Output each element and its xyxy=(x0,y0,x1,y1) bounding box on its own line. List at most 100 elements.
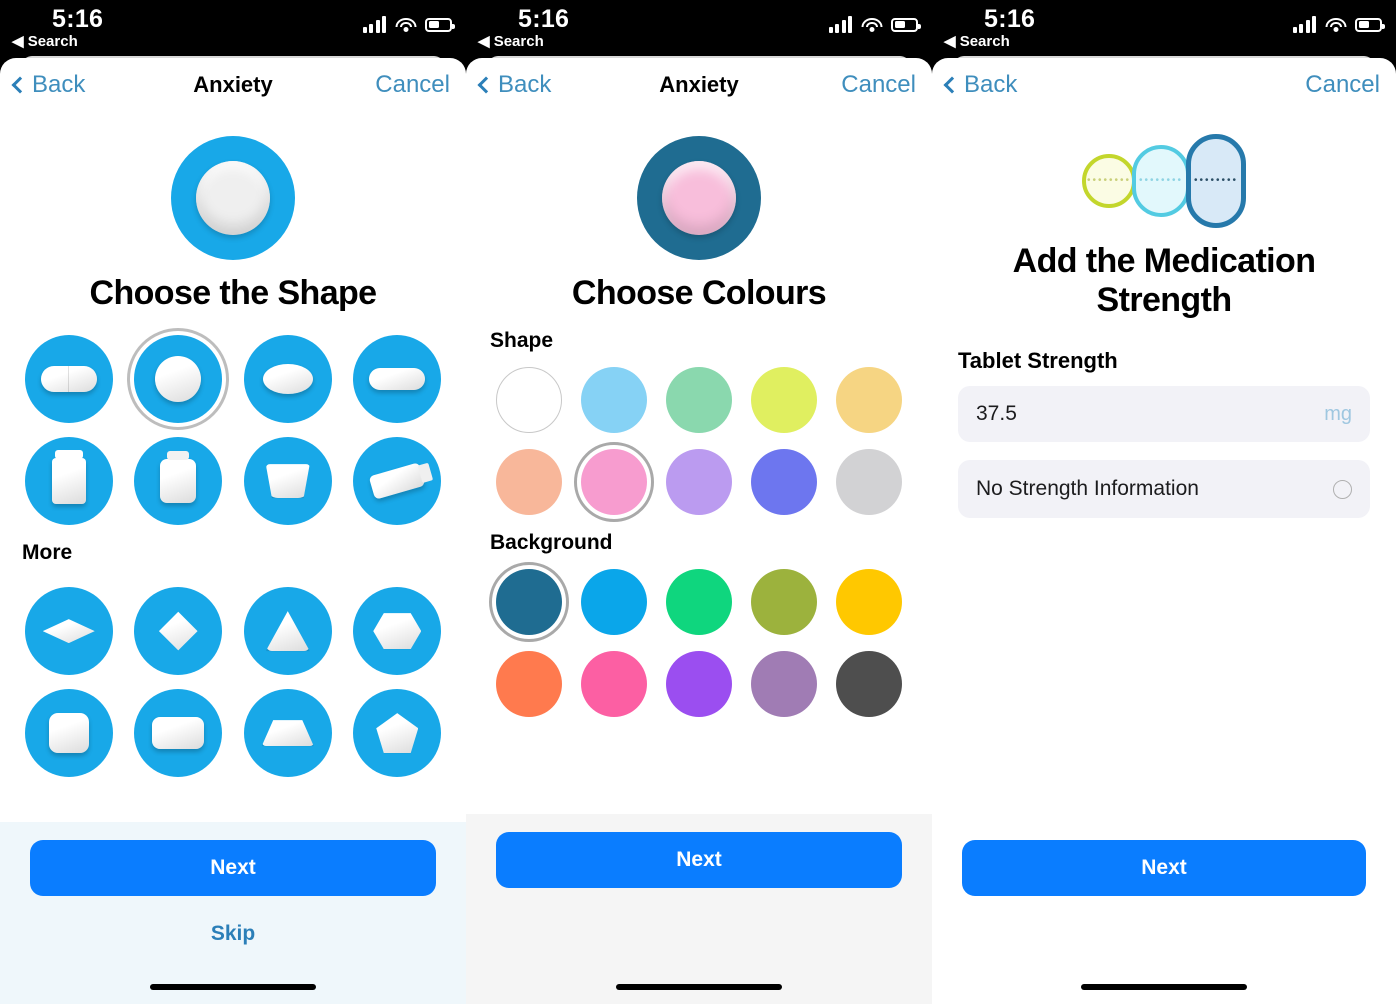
background-colour-orange[interactable] xyxy=(495,651,562,718)
shape-colour-mint-green[interactable] xyxy=(665,367,732,434)
battery-icon xyxy=(891,17,921,32)
status-indicators xyxy=(1292,16,1385,33)
shape-colour-grid xyxy=(466,353,932,523)
page-title: Anxiety xyxy=(659,72,739,97)
no-strength-information-label: No Strength Information xyxy=(976,477,1199,501)
shape-colour-white[interactable] xyxy=(495,367,562,434)
tablet-strength-unit[interactable]: mg xyxy=(1324,403,1352,426)
skip-button[interactable]: Skip xyxy=(30,922,436,946)
background-colour-hot-pink[interactable] xyxy=(580,651,647,718)
shape-option-diamond[interactable] xyxy=(134,587,223,676)
shape-option-flat-diamond[interactable] xyxy=(24,587,113,676)
shape-option-triangle[interactable] xyxy=(243,587,332,676)
tablet-strength-input[interactable]: 37.5 mg xyxy=(958,386,1370,443)
shape-colour-amber[interactable] xyxy=(836,367,903,434)
shape-option-round[interactable] xyxy=(127,328,230,431)
back-button-label: Back xyxy=(32,71,86,98)
large-pill-score-dots: •••••••• xyxy=(1193,175,1238,186)
colour-scroll-area[interactable]: Choose Colours Shape Background xyxy=(466,112,932,814)
rectangle-icon xyxy=(152,717,205,750)
navigation-bar: Back Anxiety Cancel xyxy=(0,58,466,112)
background-colour-olive[interactable] xyxy=(751,569,818,636)
shape-option-hexagon[interactable] xyxy=(353,587,442,676)
next-button[interactable]: Next xyxy=(30,840,436,896)
shape-colour-periwinkle[interactable] xyxy=(751,449,818,516)
shape-option-rectangle[interactable] xyxy=(134,689,223,778)
shape-option-cup[interactable] xyxy=(243,437,332,526)
status-back-to-app[interactable]: ◀ Search xyxy=(12,32,78,50)
radio-unselected-icon[interactable] xyxy=(1333,479,1352,499)
round-pill-icon xyxy=(196,161,270,235)
shape-option-trapezoid[interactable] xyxy=(243,689,332,778)
shape-option-caplet[interactable] xyxy=(353,335,442,424)
modal-sheet: Back Anxiety Cancel Choose Colours Shape xyxy=(466,58,932,1004)
no-strength-information-row[interactable]: No Strength Information xyxy=(958,460,1370,519)
shape-option-jar[interactable] xyxy=(134,437,223,526)
background-colour-mauve[interactable] xyxy=(751,651,818,718)
shape-grid-primary xyxy=(0,313,466,526)
capsule-icon xyxy=(40,366,97,393)
battery-icon xyxy=(1355,17,1385,32)
background-colour-grid xyxy=(466,555,932,718)
status-bar: 5:16 ◀ Search xyxy=(932,0,1396,56)
status-back-to-app[interactable]: ◀ Search xyxy=(478,32,544,50)
wifi-icon xyxy=(861,17,882,33)
next-button[interactable]: Next xyxy=(962,840,1366,896)
chevron-left-icon xyxy=(477,76,495,94)
shape-colour-pink[interactable] xyxy=(573,442,654,523)
background-colour-purple[interactable] xyxy=(665,651,732,718)
next-button[interactable]: Next xyxy=(496,832,902,888)
shape-colour-light-grey[interactable] xyxy=(836,449,903,516)
status-bar: 5:16 ◀ Search xyxy=(0,0,466,56)
square-icon xyxy=(48,713,89,754)
modal-sheet: Back Anxiety Cancel Choose the Shape Mor… xyxy=(0,58,466,1004)
trapezoid-icon xyxy=(261,720,314,747)
status-back-to-app[interactable]: ◀ Search xyxy=(944,32,1010,50)
tablet-strength-label: Tablet Strength xyxy=(958,348,1118,374)
background-colour-green[interactable] xyxy=(665,569,732,636)
shape-scroll-area[interactable]: Choose the Shape More xyxy=(0,112,466,822)
background-colour-dark-grey[interactable] xyxy=(836,651,903,718)
panel-choose-colours: 5:16 ◀ Search Back Anxiety Cancel Choose… xyxy=(466,0,932,1004)
back-button[interactable]: Back xyxy=(11,71,86,99)
shape-colour-light-blue[interactable] xyxy=(580,367,647,434)
hero-background-circle xyxy=(171,136,295,260)
home-indicator xyxy=(150,984,316,990)
wifi-icon xyxy=(1325,17,1346,33)
shape-option-pentagon[interactable] xyxy=(353,689,442,778)
back-button-label: Back xyxy=(964,71,1018,98)
shape-option-capsule[interactable] xyxy=(24,335,113,424)
strength-content-area: •••••••• •••••••• •••••••• Add the Medic… xyxy=(932,112,1396,822)
back-button[interactable]: Back xyxy=(943,71,1018,99)
shape-colour-peach[interactable] xyxy=(495,449,562,516)
hexagon-icon xyxy=(373,613,422,650)
modal-sheet: Back Cancel •••••••• •••••••• •••••••• A… xyxy=(932,58,1396,1004)
round-icon xyxy=(155,356,202,403)
navigation-bar: Back Cancel xyxy=(932,58,1396,112)
diamond-icon xyxy=(158,611,198,651)
background-colour-dark-teal[interactable] xyxy=(488,562,569,643)
shape-colour-yellow-green[interactable] xyxy=(751,367,818,434)
footer-bar: Next xyxy=(466,814,932,1004)
back-button[interactable]: Back xyxy=(477,71,551,99)
section-label-more: More xyxy=(22,541,73,565)
cancel-button[interactable]: Cancel xyxy=(1305,71,1380,99)
shape-option-oval[interactable] xyxy=(243,335,332,424)
chevron-left-icon xyxy=(11,76,29,94)
background-colour-yellow[interactable] xyxy=(836,569,903,636)
cancel-button[interactable]: Cancel xyxy=(375,71,450,99)
chevron-left-icon xyxy=(943,76,961,94)
tablet-strength-value: 37.5 xyxy=(976,402,1017,426)
shape-option-tube[interactable] xyxy=(353,437,442,526)
shape-option-square[interactable] xyxy=(24,689,113,778)
large-pill-icon: •••••••• xyxy=(1186,134,1246,228)
home-indicator xyxy=(616,984,782,990)
cancel-button[interactable]: Cancel xyxy=(841,71,916,99)
shape-option-bottle[interactable] xyxy=(24,437,113,526)
footer-bar: Next Skip xyxy=(0,822,466,1004)
shape-colour-lavender[interactable] xyxy=(665,449,732,516)
status-time: 5:16 xyxy=(518,5,570,33)
page-title: Anxiety xyxy=(193,72,273,97)
background-colour-cyan-blue[interactable] xyxy=(580,569,647,636)
bottle-icon xyxy=(51,450,86,505)
